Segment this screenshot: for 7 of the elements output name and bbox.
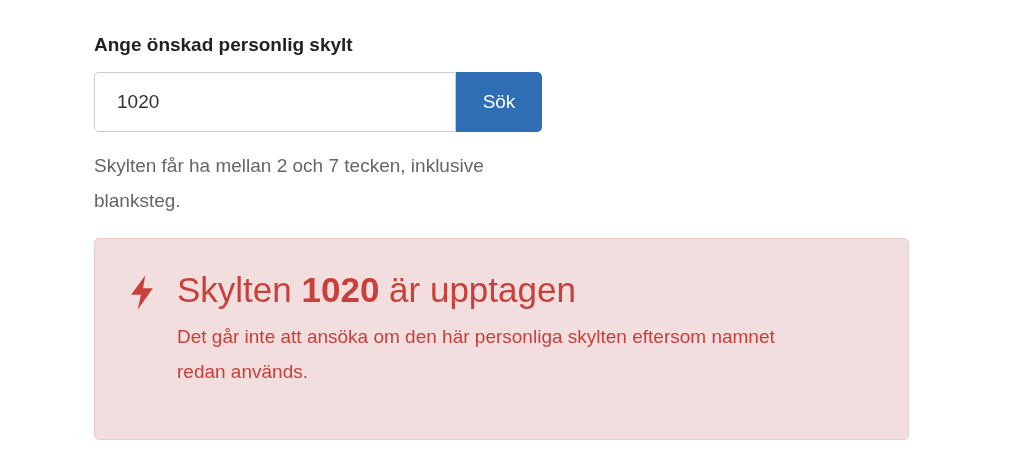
alert-title: Skylten 1020 är upptagen	[177, 269, 577, 311]
lightning-icon	[129, 275, 155, 310]
alert-message: Det går inte att ansöka om den här personliga skylten eftersom namnet redan används.	[177, 325, 776, 384]
plate-input-field[interactable]: 1020	[94, 72, 456, 132]
search-button[interactable]: Sök	[456, 72, 542, 132]
field-label: Ange önskad personlig skylt	[94, 33, 354, 57]
help-text: Skylten får ha mellan 2 och 7 tecken, inklusive blanksteg.	[94, 154, 485, 213]
